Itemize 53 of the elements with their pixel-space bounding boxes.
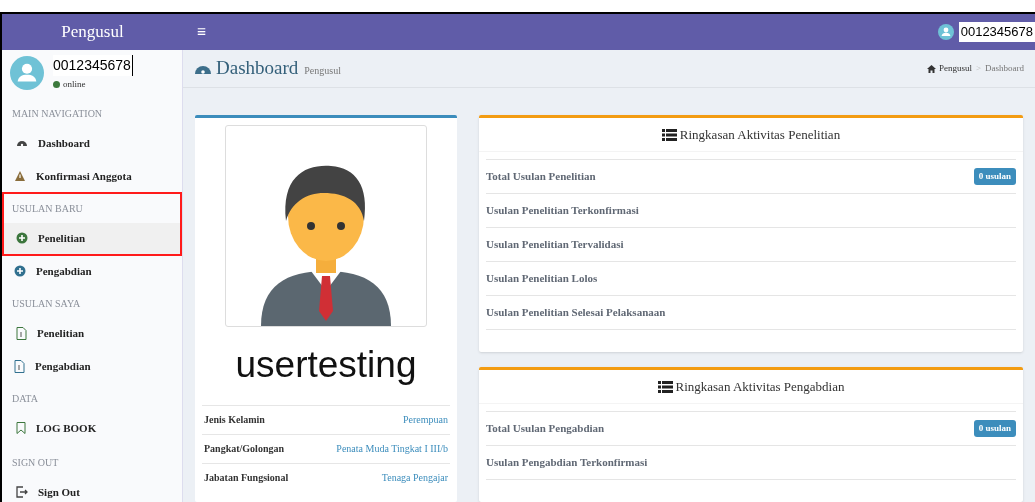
bookmark-icon	[16, 422, 26, 434]
list-icon	[661, 128, 677, 141]
list-icon	[657, 380, 673, 393]
field-label: Jabatan Fungsional	[204, 471, 289, 485]
file-icon	[14, 359, 25, 373]
file-icon	[16, 326, 27, 340]
status-text: online	[63, 78, 86, 91]
plus-circle-icon	[16, 232, 28, 244]
summary-row-label[interactable]: Usulan Penelitian Terkonfirmasi	[486, 202, 639, 219]
count-badge: 0 usulan	[973, 167, 1016, 186]
menu-toggle[interactable]: ≡	[197, 20, 207, 44]
field-value: Penata Muda Tingkat I III/b	[336, 442, 448, 456]
breadcrumb-item[interactable]: Pengusul	[938, 61, 972, 76]
nav-item[interactable]: Pengabdian	[2, 350, 182, 382]
nav-item[interactable]: Penelitian	[4, 222, 180, 254]
user-avatar-icon	[10, 56, 44, 91]
card-title: Ringkasan Aktivitas Penelitian	[679, 125, 841, 144]
card-title: Ringkasan Aktivitas Pengabdian	[675, 377, 845, 396]
nav-item[interactable]: Pengabdian	[2, 255, 182, 287]
summary-row-label[interactable]: Usulan Penelitian Lolos	[486, 270, 598, 287]
nav-section-header: USULAN BARU	[11, 201, 84, 216]
nav-section-header: SIGN OUT	[11, 455, 60, 470]
breadcrumb-item: Dashboard	[985, 61, 1024, 75]
field-label: Jenis Kelamin	[204, 413, 265, 427]
field-label: Pangkat/Golongan	[204, 442, 285, 456]
warning-icon	[14, 170, 26, 182]
user-id[interactable]: 0012345678	[958, 22, 1035, 42]
count-badge: 0 usulan	[973, 419, 1016, 438]
summary-row-label[interactable]: Total Usulan Penelitian	[486, 168, 596, 185]
breadcrumb-separator: >	[975, 61, 981, 75]
profile-name: usertesting	[234, 343, 418, 387]
nav-item[interactable]: Konfirmasi Anggota	[2, 160, 182, 192]
page-title: Dashboard	[216, 56, 299, 81]
summary-row-label[interactable]: Usulan Penelitian Selesai Pelaksanaan	[486, 304, 666, 321]
plus-circle-icon	[14, 265, 26, 277]
sign-out-icon	[16, 486, 28, 498]
sidebar-user-id: 0012345678	[53, 55, 133, 76]
user-avatar-icon	[937, 24, 954, 40]
home-icon	[926, 64, 936, 73]
nav-item[interactable]: Sign Out	[4, 476, 180, 502]
summary-row-label[interactable]: Usulan Penelitian Tervalidasi	[486, 236, 624, 253]
field-value: Perempuan	[403, 413, 448, 427]
nav-section-header: USULAN SAYA	[11, 296, 82, 311]
field-value: Tenaga Pengajar	[381, 471, 448, 485]
nav-section-header: DATA	[11, 391, 39, 406]
nav-section-header: MAIN NAVIGATION	[11, 106, 104, 121]
summary-row-label[interactable]: Usulan Pengabdian Terkonfirmasi	[486, 454, 648, 471]
brand-title: Pengusul	[60, 21, 125, 44]
nav-item[interactable]: Dashboard	[4, 127, 180, 159]
nav-item[interactable]: Penelitian	[4, 317, 180, 349]
summary-row-label[interactable]: Total Usulan Pengabdian	[486, 420, 605, 437]
nav-item[interactable]: LOG BOOK	[4, 412, 180, 444]
page-subtitle: Pengusul	[304, 64, 341, 78]
